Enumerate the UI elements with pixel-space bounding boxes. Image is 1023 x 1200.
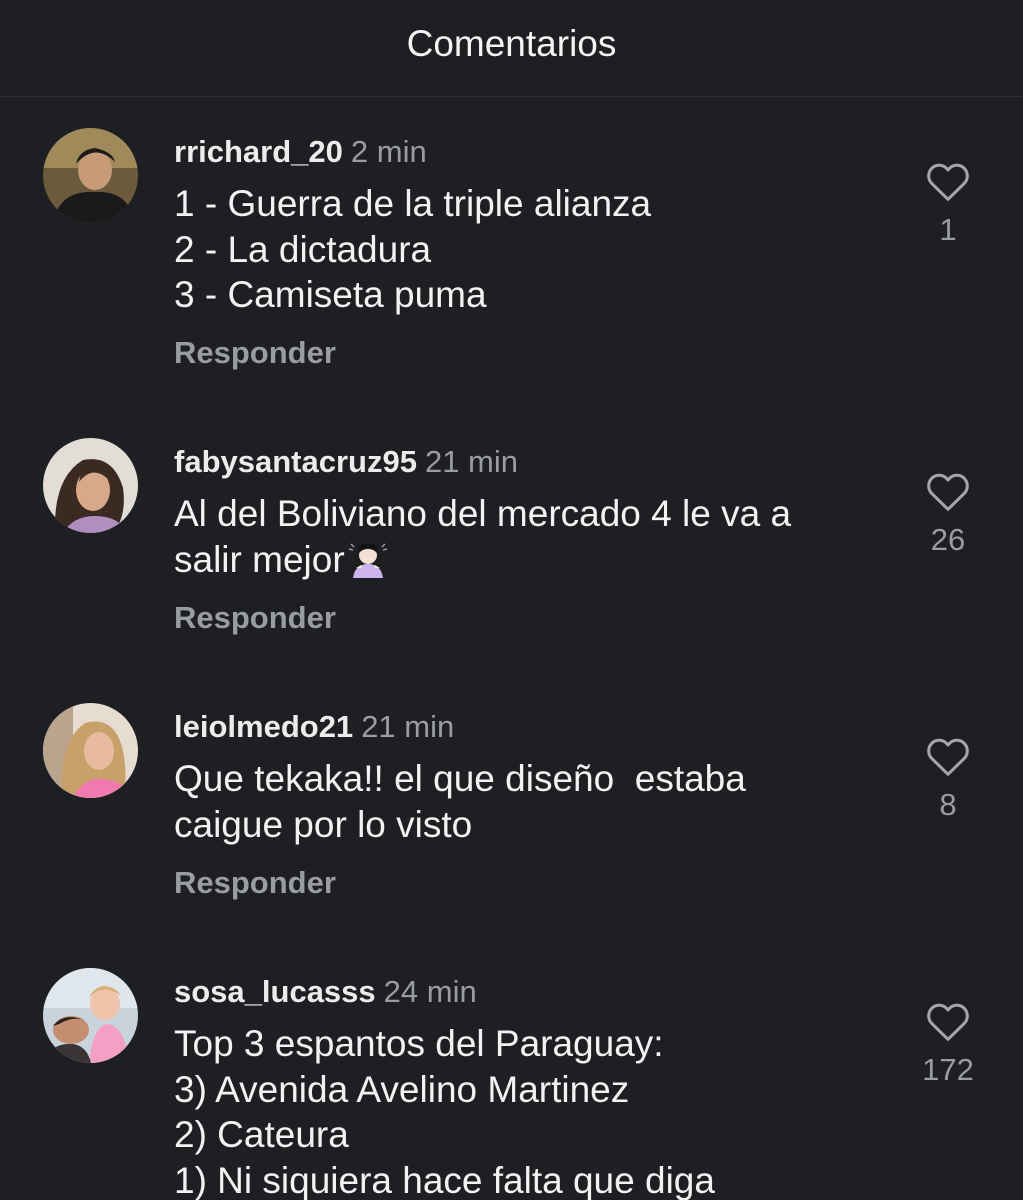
comment-meta: sosa_lucasss 24 min xyxy=(174,972,477,1018)
comment-line: 3 - Camiseta puma xyxy=(174,274,487,315)
comment-line: Que tekaka!! el que diseño estaba xyxy=(174,758,746,799)
comment-text: Top 3 espantos del Paraguay: 3) Avenida … xyxy=(174,1021,894,1200)
like-count: 8 xyxy=(939,787,957,822)
comment-line: Top 3 espantos del Paraguay: xyxy=(174,1023,664,1064)
avatar[interactable] xyxy=(43,703,138,798)
comment-text: 1 - Guerra de la triple alianza 2 - La d… xyxy=(174,181,894,318)
heart-outline-icon xyxy=(927,1003,969,1041)
like-count: 26 xyxy=(930,522,966,557)
comment-line: 1) Ni siquiera hace falta que diga xyxy=(174,1159,715,1200)
avatar[interactable] xyxy=(43,438,138,533)
like-count: 1 xyxy=(939,212,957,247)
comment-line: 3) Avenida Avelino Martinez xyxy=(174,1068,630,1110)
comment-meta: rrichard_20 2 min xyxy=(174,132,427,178)
heart-outline-icon xyxy=(927,163,969,201)
username[interactable]: rrichard_20 xyxy=(174,134,343,169)
avatar[interactable] xyxy=(43,128,138,223)
comment-text: Al del Boliviano del mercado 4 le va a s… xyxy=(174,491,894,582)
timestamp: 21 min xyxy=(361,709,455,744)
username[interactable]: sosa_lucasss xyxy=(174,974,376,1009)
timestamp: 2 min xyxy=(350,134,427,169)
like-button[interactable]: 26 xyxy=(908,472,988,560)
avatar[interactable] xyxy=(43,968,138,1063)
reply-button[interactable]: Responder xyxy=(174,333,336,373)
comment-line: 1 - Guerra de la triple alianza xyxy=(174,183,652,224)
reply-button[interactable]: Responder xyxy=(174,863,336,903)
like-button[interactable]: 172 xyxy=(908,1002,988,1090)
comment-meta: leiolmedo21 21 min xyxy=(174,707,454,753)
like-button[interactable]: 1 xyxy=(908,162,988,250)
comment-line: salir mejor xyxy=(174,537,894,583)
timestamp: 24 min xyxy=(383,974,477,1009)
username[interactable]: leiolmedo21 xyxy=(174,709,353,744)
like-count: 172 xyxy=(922,1052,974,1087)
comment-line-text: salir mejor xyxy=(174,538,345,580)
heart-outline-icon xyxy=(927,473,969,511)
comments-header: Comentarios xyxy=(0,0,1023,97)
comment-line: 2 - La dictadura xyxy=(174,228,432,270)
username[interactable]: fabysantacruz95 xyxy=(174,444,417,479)
comment-line: caigue por lo visto xyxy=(174,803,473,845)
header-title: Comentarios xyxy=(406,23,617,64)
comment-line: Al del Boliviano del mercado 4 le va a xyxy=(174,493,792,534)
comment-meta: fabysantacruz95 21 min xyxy=(174,442,518,488)
woman-bowing-emoji xyxy=(348,542,387,578)
heart-outline-icon xyxy=(927,738,969,776)
reply-button[interactable]: Responder xyxy=(174,598,336,638)
comment-text: Que tekaka!! el que diseño estaba caigue… xyxy=(174,756,894,847)
comment-line: 2) Cateura xyxy=(174,1114,349,1155)
like-button[interactable]: 8 xyxy=(908,737,988,825)
timestamp: 21 min xyxy=(424,444,518,479)
